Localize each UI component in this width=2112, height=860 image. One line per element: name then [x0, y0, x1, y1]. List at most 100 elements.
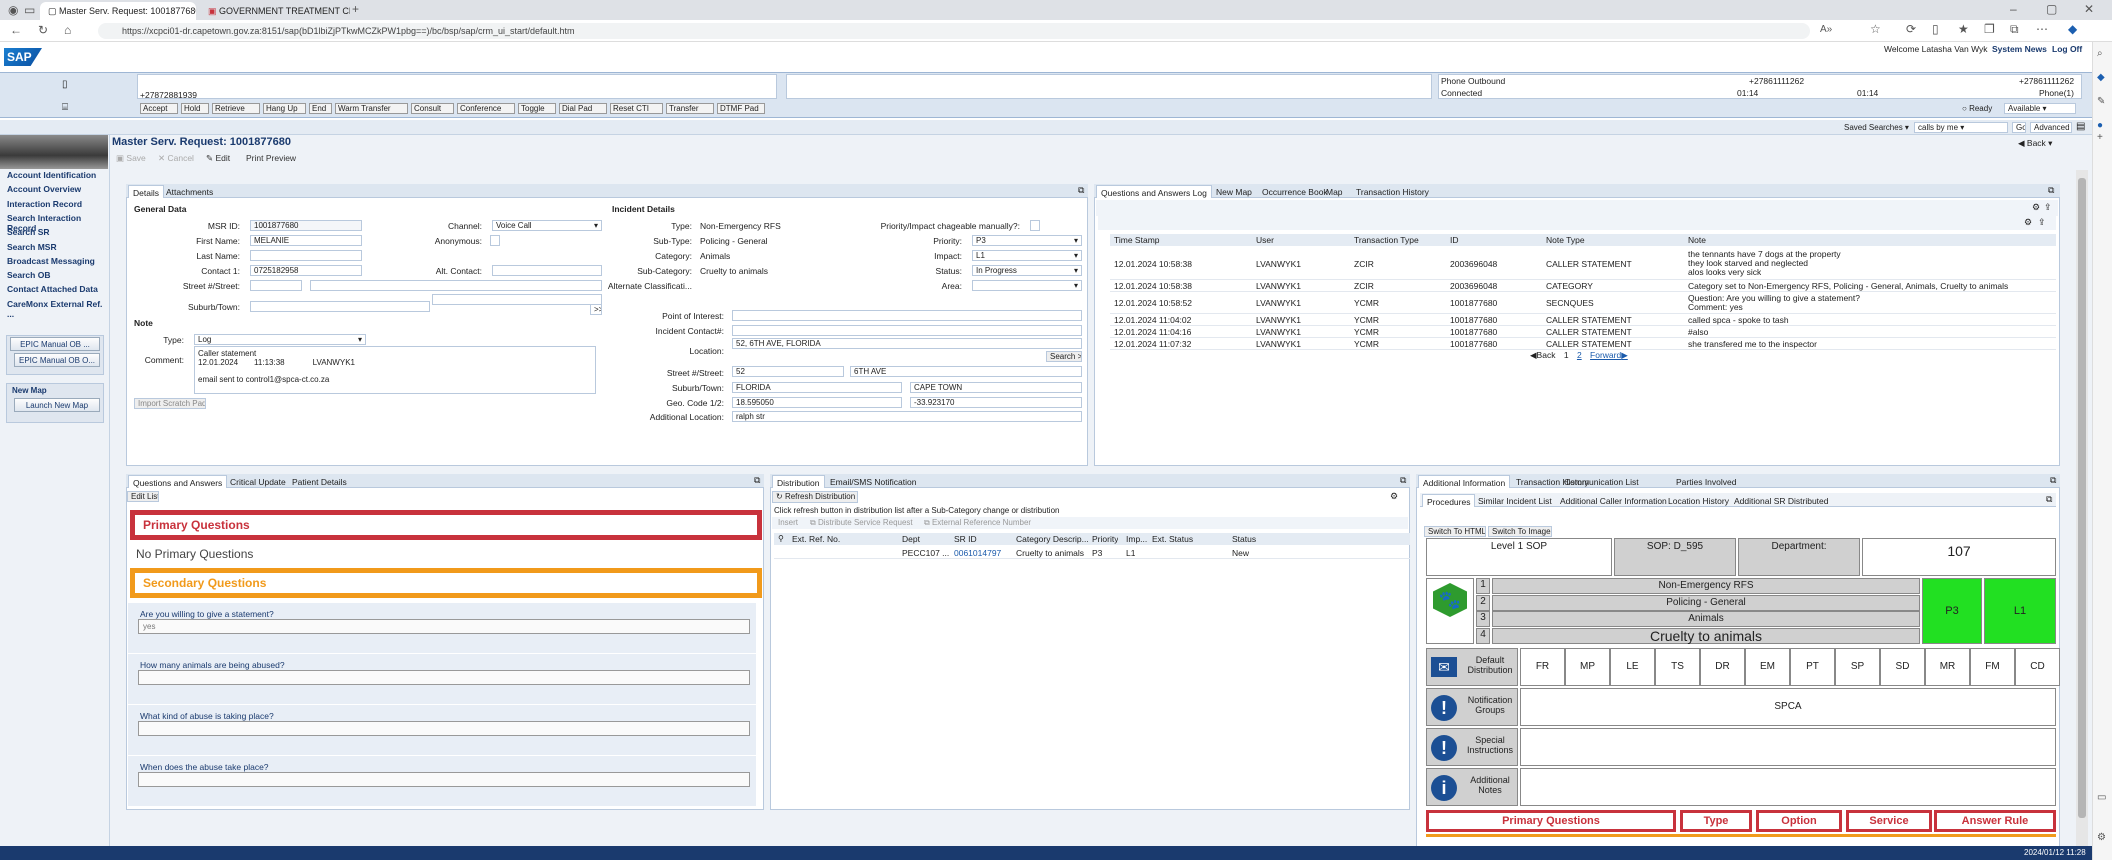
- saved-searches-select[interactable]: calls by me ▾: [1914, 122, 2008, 133]
- back-link[interactable]: ◀ Back ▾: [2018, 138, 2052, 149]
- nav-item-0[interactable]: Account Identification: [7, 170, 96, 180]
- epic-manual-ob-o-button[interactable]: EPIC Manual OB O...: [14, 353, 100, 367]
- anonymous-checkbox[interactable]: [490, 235, 500, 246]
- additional-subtab-4[interactable]: Additional SR Distributed: [1730, 494, 1833, 507]
- cti-button-accept[interactable]: Accept: [140, 103, 178, 114]
- poi-field[interactable]: [732, 310, 1082, 321]
- expand-qa-icon[interactable]: ⧉: [754, 475, 760, 486]
- qa-log-tab-3[interactable]: Map: [1322, 185, 1347, 198]
- distribute-sr-button[interactable]: ⧉ Distribute Service Request: [810, 518, 913, 528]
- expand-icon[interactable]: ⧉: [1078, 185, 1084, 196]
- cti-button-hang-up[interactable]: Hang Up: [263, 103, 306, 114]
- nav-item-9[interactable]: CareMonx External Ref. ...: [7, 299, 109, 319]
- copilot-icon[interactable]: ◆: [2068, 22, 2077, 36]
- cancel-button[interactable]: ✕ Cancel: [158, 153, 194, 164]
- pager-back[interactable]: ◀Back: [1530, 350, 1555, 360]
- nav-item-6[interactable]: Broadcast Messaging: [7, 256, 95, 266]
- add-icon[interactable]: +: [2097, 132, 2103, 143]
- dialpad-icon[interactable]: ⌸: [62, 102, 68, 113]
- geo-code-1-field[interactable]: 18.595050: [732, 397, 902, 408]
- reload-icon[interactable]: ↻: [38, 23, 48, 37]
- import-scratch-pad-button[interactable]: Import Scratch Pad: [134, 398, 206, 409]
- expand-subtab-icon[interactable]: ⧉: [2046, 494, 2052, 505]
- refresh-distribution-button[interactable]: ↻ Refresh Distribution: [772, 491, 858, 503]
- status-select[interactable]: Available ▾: [2004, 103, 2076, 114]
- more-button[interactable]: >>: [590, 304, 602, 315]
- nav-item-2[interactable]: Interaction Record: [7, 199, 82, 209]
- export-icon[interactable]: ⇪: [2044, 202, 2052, 213]
- ready-radio[interactable]: ○ Ready: [1962, 104, 1992, 113]
- close-window-icon[interactable]: ✕: [2084, 2, 2094, 16]
- expand-additional-icon[interactable]: ⧉: [2050, 475, 2056, 486]
- system-news-link[interactable]: System News: [1992, 44, 2047, 54]
- street-name-field[interactable]: [310, 280, 602, 291]
- edit-button[interactable]: ✎ Edit: [206, 153, 230, 164]
- cti-button-toggle[interactable]: Toggle: [518, 103, 556, 114]
- city-field[interactable]: [432, 294, 602, 305]
- collections-icon[interactable]: ❐: [1984, 22, 1995, 36]
- print-preview-button[interactable]: Print Preview: [246, 153, 296, 163]
- priority-select[interactable]: P3 ▾: [972, 235, 1082, 246]
- favorite-icon[interactable]: ☆: [1870, 22, 1881, 36]
- maximize-icon[interactable]: ▢: [2046, 2, 2057, 16]
- nav-item-5[interactable]: Search MSR: [7, 242, 57, 252]
- incident-city-field[interactable]: CAPE TOWN: [910, 382, 1082, 393]
- pager-page-1[interactable]: 1: [1564, 350, 1569, 360]
- back-icon[interactable]: ←: [10, 23, 22, 37]
- expand-qa-log-icon[interactable]: ⧉: [2048, 185, 2054, 196]
- note-type-select[interactable]: Log ▾: [194, 334, 366, 345]
- cti-button-conference[interactable]: Conference: [457, 103, 515, 114]
- qa-log-tab-2[interactable]: Occurrence Book: [1258, 185, 1332, 198]
- settings-icon[interactable]: ⋯: [2036, 22, 2048, 36]
- cti-button-transfer[interactable]: Transfer: [666, 103, 714, 114]
- export-2-icon[interactable]: ⇪: [2038, 217, 2046, 228]
- refresh-tab-icon[interactable]: ⟳: [1906, 22, 1916, 36]
- geo-code-2-field[interactable]: -33.923170: [910, 397, 1082, 408]
- home-icon[interactable]: ⌂: [64, 23, 71, 37]
- area-select[interactable]: ▾: [972, 280, 1082, 291]
- cti-button-end[interactable]: End: [309, 103, 332, 114]
- cti-button-retrieve[interactable]: Retrieve: [212, 103, 260, 114]
- priority-impact-checkbox[interactable]: [1030, 220, 1040, 231]
- table-settings-icon[interactable]: ⚙: [2032, 202, 2040, 213]
- first-name-field[interactable]: MELANIE: [250, 235, 362, 246]
- incident-street-name-field[interactable]: 6TH AVE: [850, 366, 1082, 377]
- qa-tab-1[interactable]: Critical Update: [226, 475, 290, 488]
- additional-location-field[interactable]: ralph str: [732, 411, 1082, 422]
- search-location-button[interactable]: Search >: [1046, 351, 1082, 362]
- pager-forward[interactable]: Forward▶: [1590, 350, 1628, 360]
- answer-field[interactable]: [138, 721, 750, 736]
- sidebar-settings-icon[interactable]: ⚙: [2097, 832, 2106, 843]
- tools-icon[interactable]: ✎: [2097, 96, 2105, 107]
- distribution-tab-0[interactable]: Distribution: [772, 475, 825, 488]
- contact1-field[interactable]: 0725182958: [250, 265, 362, 276]
- split-icon[interactable]: ▯: [1932, 22, 1939, 36]
- distribution-tab-1[interactable]: Email/SMS Notification: [826, 475, 920, 488]
- answer-field[interactable]: [138, 772, 750, 787]
- extensions-icon[interactable]: ⧉: [2010, 22, 2019, 37]
- qa-log-tab-1[interactable]: New Map: [1212, 185, 1256, 198]
- incident-suburb-field[interactable]: FLORIDA: [732, 382, 902, 393]
- read-aloud-icon[interactable]: A»: [1820, 24, 1832, 35]
- ext-ref-button[interactable]: ⧉ External Reference Number: [924, 518, 1031, 528]
- last-name-field[interactable]: [250, 250, 362, 261]
- edit-list-button[interactable]: Edit List: [127, 491, 159, 502]
- qa-log-tab-4[interactable]: Transaction History: [1352, 185, 1433, 198]
- log-off-link[interactable]: Log Off: [2052, 44, 2082, 54]
- cti-button-dtmf-pad[interactable]: DTMF Pad: [717, 103, 765, 114]
- profile-icon[interactable]: ◉: [8, 3, 18, 17]
- incident-contact-field[interactable]: [732, 325, 1082, 336]
- go-button[interactable]: Go: [2012, 122, 2026, 133]
- location-field[interactable]: 52, 6TH AVE, FLORIDA: [732, 338, 1082, 349]
- tab-attachments[interactable]: Attachments: [162, 185, 217, 198]
- copilot-sidebar-icon[interactable]: ◆: [2097, 72, 2105, 83]
- additional-tab-2[interactable]: Communication List: [1560, 475, 1643, 488]
- search-icon[interactable]: ⌕: [2097, 48, 2103, 59]
- tab-msr[interactable]: ▢ Master Serv. Request: 1001877680: [40, 2, 196, 20]
- nav-item-7[interactable]: Search OB: [7, 270, 50, 280]
- expand-distribution-icon[interactable]: ⧉: [1400, 475, 1406, 486]
- additional-subtab-0[interactable]: Procedures: [1422, 494, 1476, 507]
- cti-button-warm-transfer[interactable]: Warm Transfer: [335, 103, 408, 114]
- switch-image-button[interactable]: Switch To Image: [1488, 526, 1552, 537]
- cti-button-hold[interactable]: Hold: [181, 103, 209, 114]
